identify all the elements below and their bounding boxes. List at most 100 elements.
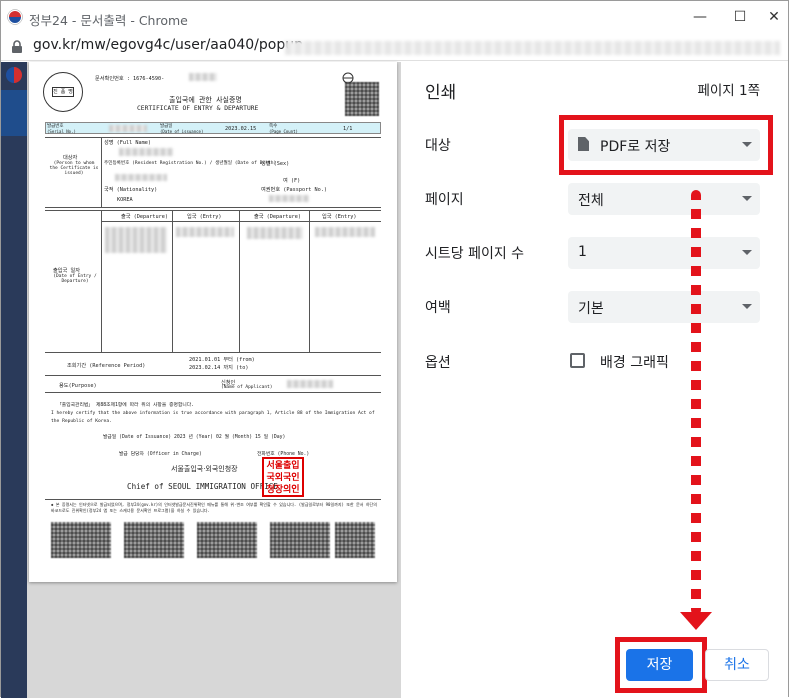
pages-select[interactable]: 전체 <box>568 183 760 215</box>
maximize-button[interactable]: ☐ <box>724 5 756 29</box>
divider <box>45 392 381 393</box>
purpose-label: 용도(Purpose) <box>59 383 97 389</box>
margins-label: 여백 <box>425 300 451 316</box>
chevron-down-icon <box>742 196 752 201</box>
window-title: 정부24 - 문서출력 - Chrome <box>29 13 188 28</box>
page-count: 페이지 1쪽 <box>697 83 760 99</box>
divider <box>45 375 381 376</box>
pages-per-sheet-value: 1 <box>578 244 587 260</box>
dates-redacted <box>176 227 234 237</box>
doc-number-redacted <box>189 73 217 81</box>
barcode-block <box>124 522 184 558</box>
divider <box>239 210 240 352</box>
sex-value: 여 (F) <box>283 178 301 184</box>
barcode-block <box>51 522 111 558</box>
divider <box>45 499 381 500</box>
subject-label: 대상자 <box>63 155 78 161</box>
background-graphics-checkbox[interactable] <box>570 353 585 368</box>
serial-redacted <box>109 125 147 132</box>
print-title: 인쇄 <box>425 83 457 103</box>
passport-redacted <box>269 195 309 202</box>
page-count-label-en: (Page Count) <box>269 129 298 134</box>
gov-logo-icon <box>7 9 23 25</box>
document-preview[interactable]: 진 품 명 문서확인번호 : 1676-4590- 출입국에 관한 사실증명 C… <box>29 62 397 582</box>
officer-line: 발급 담당자 (Officer in Charge) <box>119 452 202 457</box>
barcode-block <box>197 522 257 558</box>
pages-per-sheet-select[interactable]: 1 <box>568 237 760 269</box>
chevron-down-icon <box>742 304 752 309</box>
nationality-label: 국적 (Nationality) <box>104 187 158 193</box>
cert-text-ko: 「출입국관리법」 제88조제1항에 따라 위의 사항을 증명합니다. <box>57 403 195 408</box>
dates-redacted <box>315 227 375 237</box>
official-stamp: 서울출입 국외국인 청장의인 <box>262 457 304 497</box>
divider <box>45 137 381 138</box>
name-redacted <box>119 148 173 156</box>
destination-highlight-box <box>559 115 773 175</box>
divider <box>101 137 102 207</box>
entry-header: 입국 (Entry) <box>322 214 357 220</box>
office-name-en: Chief of SEOUL IMMIGRATION OFFICE <box>127 482 278 491</box>
departure-header: 출국 (Departure) <box>121 214 169 220</box>
doc-number-label: 문서확인번호 : 1676-4590- <box>95 76 165 82</box>
pages-per-sheet-label: 시트당 페이지 수 <box>425 246 525 262</box>
issuance-line: 발급일 (Date of Issuance) 2023 년 (Year) 02 … <box>103 435 286 440</box>
url-text[interactable]: gov.kr/mw/egovg4c/user/aa040/popup <box>33 37 303 53</box>
close-window-button[interactable]: ✕ <box>758 5 789 29</box>
applicant-label-en: (Name of Applicant) <box>221 385 273 390</box>
phone-label: 전화번호 (Phone No.) <box>257 452 310 457</box>
background-nav-block <box>1 90 27 136</box>
gov-logo-icon <box>6 67 22 83</box>
margins-value: 기본 <box>578 301 604 317</box>
office-name-ko: 서울출입국·외국인청장 <box>171 465 238 473</box>
url-redacted <box>285 41 780 55</box>
issue-date-value: 2023.02.15 <box>225 126 257 132</box>
page-count-value: 1/1 <box>343 126 353 132</box>
arrow-down-icon <box>680 612 712 630</box>
cancel-button[interactable]: 취소 <box>705 649 769 681</box>
sex-label: 성별 (Sex) <box>261 161 290 167</box>
dotted-arrow-shaft <box>691 190 701 615</box>
divider <box>45 210 381 211</box>
subject-label-en: (Person to whom the Certificate is issue… <box>49 161 99 176</box>
divider <box>101 210 102 352</box>
divider <box>45 207 381 208</box>
chevron-down-icon <box>742 250 752 255</box>
destination-label: 대상 <box>425 138 451 154</box>
dob-redacted <box>115 174 167 181</box>
print-window: 정부24 - 문서출력 - Chrome — ☐ ✕ gov.kr/mw/ego… <box>0 0 789 698</box>
footnote-text: ◆ 본 증명서는 인터넷으로 발급되었으며, 정부24(gov.kr)의 인터넷… <box>51 502 377 513</box>
serial-row <box>45 122 381 134</box>
background-page-strip <box>1 62 27 698</box>
seal-label: 진 품 명 <box>52 87 74 97</box>
dates-redacted <box>105 227 167 253</box>
dates-label: 출입국 일자 <box>53 268 80 274</box>
save-button[interactable]: 저장 <box>626 649 693 681</box>
departure-header: 출국 (Departure) <box>254 214 302 220</box>
dates-redacted <box>247 227 303 239</box>
period-from: 2021.01.01 부터 (from) <box>189 357 255 363</box>
pages-value: 전체 <box>578 193 604 209</box>
serial-label-en: (Serial No.) <box>47 129 76 134</box>
address-bar[interactable]: gov.kr/mw/egovg4c/user/aa040/popup <box>1 33 788 61</box>
authenticity-seal-icon: 진 품 명 <box>43 72 83 112</box>
options-label: 옵션 <box>425 355 451 371</box>
print-preview-area: 진 품 명 문서확인번호 : 1676-4590- 출입국에 관한 사실증명 C… <box>27 62 401 698</box>
emblem-icon <box>342 72 354 84</box>
passport-label: 여권번호 (Passport No.) <box>261 187 327 193</box>
cert-text-en: I hereby certify that the above informat… <box>51 411 375 424</box>
nationality-value: KOREA <box>117 197 133 203</box>
minimize-button[interactable]: — <box>684 5 716 29</box>
certificate-title-ko: 출입국에 관한 사실증명 <box>169 96 242 104</box>
pages-label: 페이지 <box>425 192 464 208</box>
title-bar: 정부24 - 문서출력 - Chrome — ☐ ✕ <box>1 1 788 33</box>
entry-header: 입국 (Entry) <box>187 214 222 220</box>
divider <box>172 210 173 352</box>
issue-date-label-en: (Date of issuance) <box>160 129 204 134</box>
qr-code <box>345 82 379 116</box>
certificate-title-en: CERTIFICATE OF ENTRY & DEPARTURE <box>137 105 259 112</box>
applicant-redacted <box>287 380 333 388</box>
period-label: 조회기간 (Reference Period) <box>67 363 146 369</box>
background-graphics-label[interactable]: 배경 그래픽 <box>600 352 669 372</box>
margins-select[interactable]: 기본 <box>568 291 760 323</box>
divider <box>45 352 381 353</box>
